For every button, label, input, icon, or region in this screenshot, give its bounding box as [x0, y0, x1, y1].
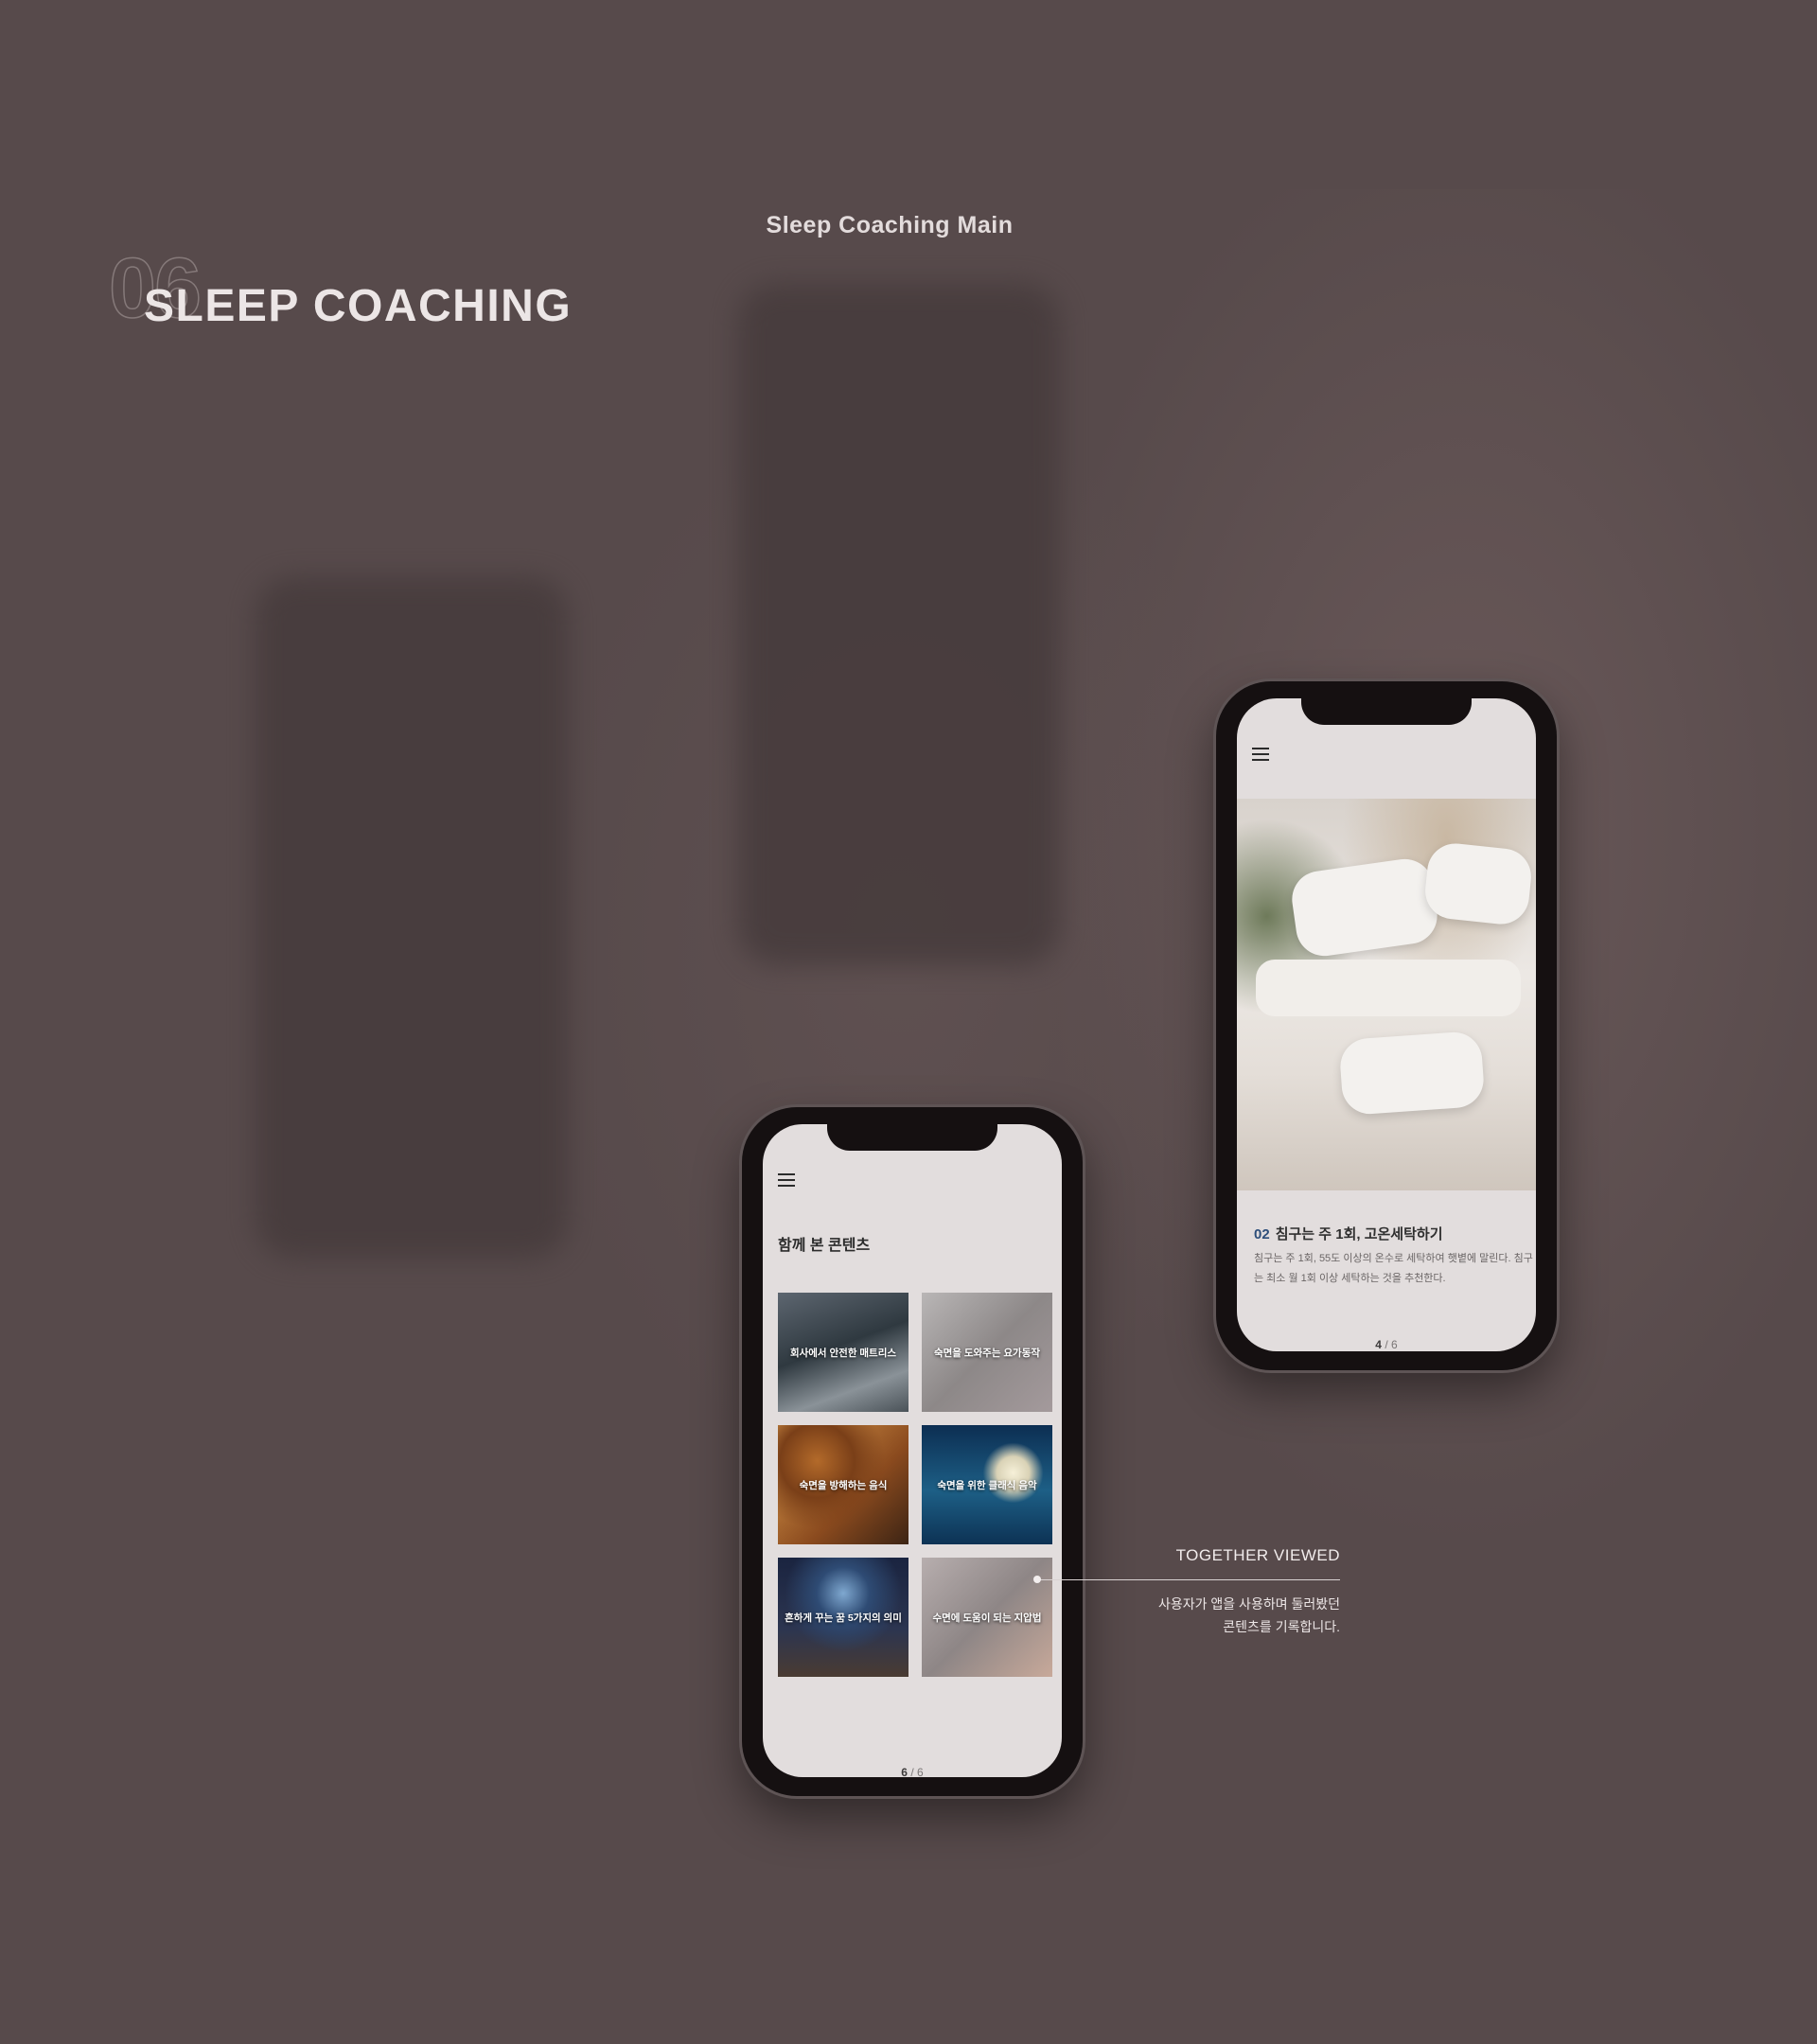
screen-label: Sleep Coaching Main — [766, 212, 1014, 238]
content-tile[interactable]: 숙면을 도와주는 요가동작 — [922, 1293, 1052, 1412]
phone-screen: 02 침구는 주 1회, 고온세탁하기 침구는 주 1회, 55도 이상의 온수로… — [1237, 698, 1536, 1351]
pillow-shape — [1338, 1030, 1486, 1117]
pillow-shape — [1288, 855, 1441, 960]
pager: 4 / 6 — [1237, 1338, 1536, 1351]
phone-notch — [827, 1124, 997, 1151]
content-heading: 함께 본 콘텐츠 — [778, 1238, 871, 1254]
phone-notch — [1301, 698, 1472, 725]
tile-label: 숙면을 도와주는 요가동작 — [933, 1347, 1041, 1359]
pager-total: 6 — [1391, 1338, 1398, 1351]
content-grid: 회사에서 안전한 매트리스 숙면을 도와주는 요가동작 숙면을 방해하는 음식 … — [778, 1293, 1052, 1677]
pager-total: 6 — [917, 1766, 924, 1777]
menu-icon[interactable] — [778, 1173, 795, 1187]
callout-description: 사용자가 앱을 사용하며 둘러봤던 콘텐츠를 기록합니다. — [1088, 1593, 1340, 1638]
content-tile[interactable]: 숙면을 방해하는 음식 — [778, 1425, 908, 1544]
content-tile[interactable]: 흔하게 꾸는 꿈 5가지의 의미 — [778, 1558, 908, 1677]
pillow-shape — [1422, 840, 1534, 927]
callout-desc-line: 콘텐츠를 기록합니다. — [1223, 1619, 1340, 1634]
phone-tip-detail: 02 침구는 주 1회, 고온세탁하기 침구는 주 1회, 55도 이상의 온수로… — [1216, 681, 1557, 1370]
tile-label: 회사에서 안전한 매트리스 — [789, 1347, 897, 1359]
phone-screen: 함께 본 콘텐츠 회사에서 안전한 매트리스 숙면을 도와주는 요가동작 숙면을… — [763, 1124, 1062, 1777]
content-tile[interactable]: 회사에서 안전한 매트리스 — [778, 1293, 908, 1412]
tile-label: 흔하게 꾸는 꿈 5가지의 의미 — [785, 1612, 902, 1624]
ghost-phone-center — [738, 284, 1060, 965]
callout-desc-line: 사용자가 앱을 사용하며 둘러봤던 — [1158, 1596, 1340, 1612]
pager-separator: / — [910, 1766, 914, 1777]
content-tile[interactable]: 숙면을 위한 클래식 음악 — [922, 1425, 1052, 1544]
content-tile[interactable]: 수면에 도움이 되는 지압법 — [922, 1558, 1052, 1677]
section-title: SLEEP COACHING — [144, 281, 573, 331]
pager-separator: / — [1385, 1338, 1388, 1351]
tile-label: 숙면을 위한 클래식 음악 — [937, 1479, 1037, 1491]
menu-icon[interactable] — [1252, 748, 1269, 761]
ghost-phone-left — [256, 577, 568, 1259]
blanket-shape — [1256, 960, 1521, 1016]
tile-label: 수면에 도움이 되는 지압법 — [932, 1612, 1042, 1624]
tip-title: 02 침구는 주 1회, 고온세탁하기 — [1254, 1224, 1443, 1243]
phone-together-viewed: 함께 본 콘텐츠 회사에서 안전한 매트리스 숙면을 도와주는 요가동작 숙면을… — [742, 1107, 1083, 1796]
pager-current: 6 — [901, 1766, 908, 1777]
tip-title-text: 침구는 주 1회, 고온세탁하기 — [1275, 1226, 1443, 1242]
pager-current: 4 — [1375, 1338, 1382, 1351]
callout-dot — [1033, 1576, 1041, 1583]
tip-number: 02 — [1254, 1226, 1270, 1242]
pager: 6 / 6 — [763, 1766, 1062, 1777]
tile-label: 숙면을 방해하는 음식 — [799, 1479, 888, 1491]
callout-line — [1037, 1579, 1340, 1580]
callout-title: TOGETHER VIEWED — [1175, 1546, 1340, 1564]
bedding-hero-image — [1237, 799, 1536, 1190]
tip-description: 침구는 주 1회, 55도 이상의 온수로 세탁하여 햇볕에 말린다. 침구는 … — [1254, 1253, 1533, 1284]
